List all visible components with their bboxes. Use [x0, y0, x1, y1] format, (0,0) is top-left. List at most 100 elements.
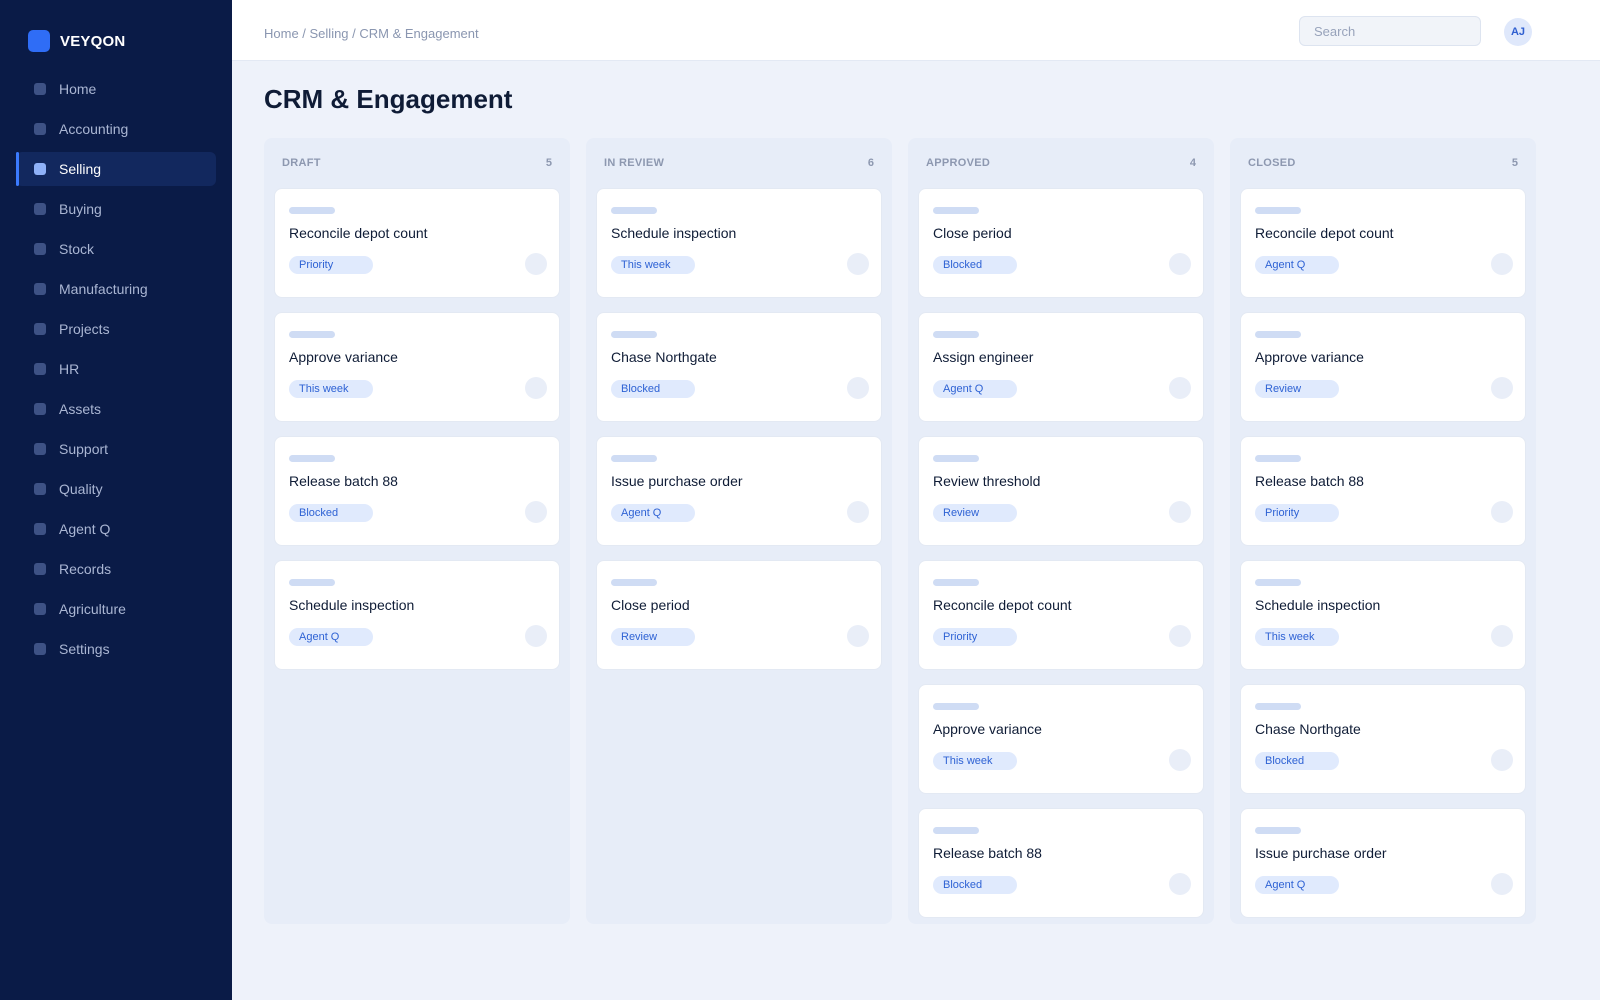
assignee-avatar[interactable] — [525, 625, 547, 647]
task-card[interactable]: Schedule inspection Agent Q — [274, 560, 560, 670]
task-card[interactable]: Reconcile depot count Agent Q — [1240, 188, 1526, 298]
card-accent-bar — [933, 331, 979, 338]
card-tag[interactable]: Blocked — [611, 380, 695, 398]
task-card[interactable]: Close period Blocked — [918, 188, 1204, 298]
assignee-avatar[interactable] — [1491, 625, 1513, 647]
assignee-avatar[interactable] — [1491, 253, 1513, 275]
sidebar-item-accounting[interactable]: Accounting — [16, 112, 216, 146]
card-tag[interactable]: Priority — [933, 628, 1017, 646]
card-title: Approve variance — [1255, 349, 1364, 365]
sidebar-item-buying[interactable]: Buying — [16, 192, 216, 226]
search-input[interactable] — [1299, 16, 1481, 46]
card-tag[interactable]: Agent Q — [933, 380, 1017, 398]
card-tag[interactable]: Blocked — [933, 876, 1017, 894]
avatar[interactable]: AJ — [1504, 18, 1532, 46]
sidebar-item-label: Records — [59, 561, 112, 577]
assignee-avatar[interactable] — [847, 377, 869, 399]
card-title: Issue purchase order — [611, 473, 743, 489]
card-title: Release batch 88 — [933, 845, 1042, 861]
card-tag[interactable]: Review — [611, 628, 695, 646]
task-card[interactable]: Close period Review — [596, 560, 882, 670]
task-card[interactable]: Chase Northgate Blocked — [596, 312, 882, 422]
task-card[interactable]: Approve variance This week — [274, 312, 560, 422]
task-card[interactable]: Release batch 88 Priority — [1240, 436, 1526, 546]
assignee-avatar[interactable] — [525, 501, 547, 523]
task-card[interactable]: Schedule inspection This week — [596, 188, 882, 298]
task-card[interactable]: Chase Northgate Blocked — [1240, 684, 1526, 794]
card-tag[interactable]: Agent Q — [289, 628, 373, 646]
sidebar-item-assets[interactable]: Assets — [16, 392, 216, 426]
assignee-avatar[interactable] — [1491, 377, 1513, 399]
task-card[interactable]: Schedule inspection This week — [1240, 560, 1526, 670]
card-tag[interactable]: Priority — [289, 256, 373, 274]
assignee-avatar[interactable] — [1491, 873, 1513, 895]
sidebar-item-support[interactable]: Support — [16, 432, 216, 466]
assignee-avatar[interactable] — [1169, 253, 1191, 275]
sidebar-item-selling[interactable]: Selling — [16, 152, 216, 186]
assignee-avatar[interactable] — [1491, 501, 1513, 523]
assignee-avatar[interactable] — [847, 625, 869, 647]
sidebar-item-settings[interactable]: Settings — [16, 632, 216, 666]
sidebar-item-agent-q[interactable]: Agent Q — [16, 512, 216, 546]
card-accent-bar — [289, 455, 335, 462]
sidebar-item-stock[interactable]: Stock — [16, 232, 216, 266]
breadcrumb[interactable]: Home / Selling / CRM & Engagement — [264, 26, 479, 41]
square-icon — [34, 563, 46, 575]
card-title: Close period — [933, 225, 1012, 241]
card-accent-bar — [1255, 827, 1301, 834]
assignee-avatar[interactable] — [1169, 873, 1191, 895]
task-card[interactable]: Approve variance Review — [1240, 312, 1526, 422]
card-tag[interactable]: This week — [933, 752, 1017, 770]
task-card[interactable]: Assign engineer Agent Q — [918, 312, 1204, 422]
task-card[interactable]: Approve variance This week — [918, 684, 1204, 794]
card-title: Release batch 88 — [289, 473, 398, 489]
sidebar-item-records[interactable]: Records — [16, 552, 216, 586]
card-tag[interactable]: This week — [611, 256, 695, 274]
assignee-avatar[interactable] — [847, 253, 869, 275]
sidebar-item-projects[interactable]: Projects — [16, 312, 216, 346]
sidebar-item-hr[interactable]: HR — [16, 352, 216, 386]
assignee-avatar[interactable] — [847, 501, 869, 523]
square-icon — [34, 643, 46, 655]
card-tag[interactable]: Agent Q — [1255, 256, 1339, 274]
card-tag[interactable]: Agent Q — [611, 504, 695, 522]
card-tag[interactable]: Agent Q — [1255, 876, 1339, 894]
card-title: Reconcile depot count — [289, 225, 428, 241]
assignee-avatar[interactable] — [525, 377, 547, 399]
assignee-avatar[interactable] — [1169, 501, 1191, 523]
card-tag[interactable]: Priority — [1255, 504, 1339, 522]
task-card[interactable]: Issue purchase order Agent Q — [596, 436, 882, 546]
square-icon — [34, 123, 46, 135]
task-card[interactable]: Review threshold Review — [918, 436, 1204, 546]
task-card[interactable]: Release batch 88 Blocked — [274, 436, 560, 546]
card-tag[interactable]: Review — [1255, 380, 1339, 398]
card-tag[interactable]: Blocked — [1255, 752, 1339, 770]
brand[interactable]: VEYQON — [28, 30, 125, 52]
assignee-avatar[interactable] — [1169, 377, 1191, 399]
card-tag[interactable]: Blocked — [933, 256, 1017, 274]
task-card[interactable]: Reconcile depot count Priority — [274, 188, 560, 298]
card-tag[interactable]: Review — [933, 504, 1017, 522]
card-accent-bar — [289, 207, 335, 214]
card-list: Reconcile depot count Agent Q Approve vari… — [1230, 188, 1536, 918]
sidebar-item-quality[interactable]: Quality — [16, 472, 216, 506]
sidebar-item-home[interactable]: Home — [16, 72, 216, 106]
sidebar-item-agriculture[interactable]: Agriculture — [16, 592, 216, 626]
column-title: CLOSED — [1248, 157, 1296, 169]
task-card[interactable]: Issue purchase order Agent Q — [1240, 808, 1526, 918]
card-accent-bar — [1255, 331, 1301, 338]
task-card[interactable]: Release batch 88 Blocked — [918, 808, 1204, 918]
assignee-avatar[interactable] — [1169, 625, 1191, 647]
sidebar-item-label: Agriculture — [59, 601, 126, 617]
card-tag[interactable]: This week — [289, 380, 373, 398]
square-icon — [34, 363, 46, 375]
card-tag[interactable]: Blocked — [289, 504, 373, 522]
card-tag[interactable]: This week — [1255, 628, 1339, 646]
assignee-avatar[interactable] — [525, 253, 547, 275]
sidebar: VEYQON Home Accounting Selling Buying Stock M… — [0, 0, 232, 1000]
square-icon — [34, 283, 46, 295]
assignee-avatar[interactable] — [1491, 749, 1513, 771]
task-card[interactable]: Reconcile depot count Priority — [918, 560, 1204, 670]
sidebar-item-manufacturing[interactable]: Manufacturing — [16, 272, 216, 306]
assignee-avatar[interactable] — [1169, 749, 1191, 771]
